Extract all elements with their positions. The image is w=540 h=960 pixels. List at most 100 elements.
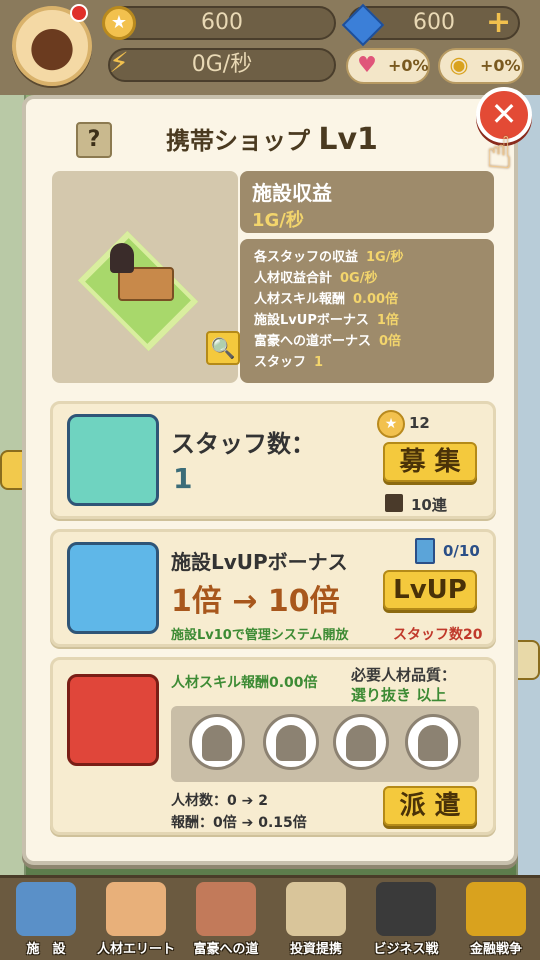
nav-label: 人材エリート (96, 942, 175, 957)
stat-label: スタッフ (254, 355, 307, 370)
bonus-note: 施設Lv10で管理システム開放 (171, 628, 349, 643)
person-silhouette-icon (418, 725, 448, 761)
recruit-cost: 12 (409, 414, 430, 432)
staff-card: スタッフ数： 1 ★ 12 募 集 10連 (50, 401, 496, 519)
lvup-button[interactable]: LvUP (383, 570, 477, 610)
stat-value: 0.00倍 (353, 292, 399, 307)
modal-title: 携帯ショップ Lv1 (166, 121, 378, 157)
executive-icon (67, 674, 159, 766)
stat-label: 各スタッフの収益 (254, 250, 359, 265)
zoom-button[interactable]: 🔍 (206, 331, 240, 365)
card-icon (415, 538, 435, 564)
clerk-illustration (110, 243, 134, 273)
coin-boost-button[interactable]: ◉ +0% (438, 48, 524, 84)
dispatch-card: 人材スキル報酬0.00倍 必要人材品質： 選り抜き 以上 人材数：0 ➔ 2 報… (50, 657, 496, 835)
staff-slot[interactable] (333, 714, 389, 770)
nav-label: 富豪への道 (193, 942, 259, 957)
income-value: 1G/秒 (252, 210, 304, 231)
stat-row: 各スタッフの収益 1G/秒 (254, 247, 480, 268)
handshake-icon (286, 882, 346, 936)
bulk-label: 10連 (411, 496, 447, 514)
income-title: 施設収益 (252, 181, 332, 205)
notification-dot (70, 4, 88, 22)
stat-label: 人材収益合計 (254, 271, 333, 286)
reward-change: 報酬：0倍 ➔ 0.15倍 (171, 815, 307, 831)
income-rate: 0G/秒 (191, 52, 253, 77)
coin-boost-value: +0% (480, 56, 521, 75)
nav-label: 投資提携 (289, 942, 342, 957)
nav-item-finance-war[interactable]: 金融戦争 (452, 878, 540, 960)
staff-count-label: スタッフ数： (171, 430, 315, 458)
bonus-progress: 0/10 (443, 542, 480, 560)
staff-count-value: 1 (173, 462, 193, 495)
staff-slot[interactable] (405, 714, 461, 770)
stat-label: 富豪への道ボーナス (254, 334, 372, 349)
top-hud: 600 ★ 600 + 0G/秒 ⚡ ♥ +0% ◉ +0% (0, 0, 540, 95)
stats-panel: 各スタッフの収益 1G/秒 人材収益合計 0G/秒 人材スキル報酬 0.00倍 施設L… (240, 239, 494, 383)
gem-count: 600 (413, 10, 455, 35)
staff-slot[interactable] (263, 714, 319, 770)
person-silhouette-icon (346, 725, 376, 761)
bonus-title: 施設LvUPボーナス (171, 550, 348, 574)
stat-label: 人材スキル報酬 (254, 292, 346, 307)
stat-label: 施設LvUPボーナス (254, 313, 369, 328)
pointing-hand-icon: ☝ (486, 128, 513, 179)
stat-value: 1 (314, 355, 324, 370)
income-panel: 施設収益 1G/秒 (240, 171, 494, 233)
facility-preview: 🔍 (52, 171, 240, 383)
person-silhouette-icon (202, 725, 232, 761)
building-icon (16, 882, 76, 936)
stat-value: 0倍 (379, 334, 402, 349)
bottom-nav: 施 設 人材エリート 富豪への道 投資提携 ビジネス戦 金融戦争 (0, 875, 540, 960)
stat-row: 施設LvUPボーナス 1倍 (254, 310, 480, 331)
required-quality-label: 必要人材品質： (351, 666, 457, 684)
nav-item-road-to-wealth[interactable]: 富豪への道 (182, 878, 270, 960)
coin-icon: ★ (102, 6, 136, 40)
stat-row: 人材スキル報酬 0.00倍 (254, 289, 480, 310)
lightning-icon: ⚡ (109, 46, 129, 79)
road-icon (196, 882, 256, 936)
staff-portrait-icon (67, 414, 159, 506)
nav-item-investment[interactable]: 投資提携 (272, 878, 360, 960)
nav-item-facility[interactable]: 施 設 (2, 878, 90, 960)
nav-label: 金融戦争 (469, 942, 522, 957)
stat-row: 人材収益合計 0G/秒 (254, 268, 480, 289)
bulk-checkbox[interactable] (385, 494, 403, 512)
heart-boost-button[interactable]: ♥ +0% (346, 48, 430, 84)
staff-icon (106, 882, 166, 936)
coin-count: 600 (201, 10, 243, 35)
stat-row: 富豪への道ボーナス 0倍 (254, 331, 480, 352)
finance-icon (466, 882, 526, 936)
facility-name: 携帯ショップ (166, 127, 310, 155)
stat-value: 0G/秒 (340, 271, 378, 286)
business-icon (376, 882, 436, 936)
lvup-requirement: スタッフ数20 (393, 627, 483, 643)
recruit-button[interactable]: 募 集 (383, 442, 477, 482)
skill-reward-label: 人材スキル報酬0.00倍 (171, 675, 318, 691)
building-upgrade-icon (67, 542, 159, 634)
staff-slot[interactable] (189, 714, 245, 770)
stat-row: スタッフ 1 (254, 352, 480, 373)
heart-boost-value: +0% (388, 56, 429, 75)
dispatch-button[interactable]: 派 遣 (383, 786, 477, 826)
required-quality-value: 選り抜き 以上 (351, 686, 447, 704)
nav-label: ビジネス戦 (373, 942, 439, 957)
staff-slots (171, 706, 479, 782)
stat-value: 1G/秒 (366, 250, 404, 265)
nav-label: 施 設 (26, 942, 66, 957)
add-gems-button[interactable]: + (486, 8, 511, 38)
help-button[interactable]: ? (76, 122, 112, 158)
nav-item-staff-elite[interactable]: 人材エリート (92, 878, 180, 960)
heart-icon: ♥ (357, 53, 377, 78)
income-rate-bar: 0G/秒 (108, 48, 336, 82)
coin-stack-icon: ◉ (449, 53, 469, 78)
facility-level: Lv1 (318, 122, 378, 157)
nav-item-business-battle[interactable]: ビジネス戦 (362, 878, 450, 960)
bonus-value: 1倍 → 10倍 (171, 584, 340, 619)
lvup-bonus-card: 施設LvUPボーナス 1倍 → 10倍 施設Lv10で管理システム開放 0/10… (50, 529, 496, 647)
facility-modal: ? 携帯ショップ Lv1 ✕ ☝ 🔍 施設収益 1G/秒 各スタッフの収益 1G/… (22, 87, 532, 865)
stat-value: 1倍 (376, 313, 399, 328)
coin-bar: 600 (108, 6, 336, 40)
right-side-strip (516, 95, 540, 875)
person-silhouette-icon (276, 725, 306, 761)
